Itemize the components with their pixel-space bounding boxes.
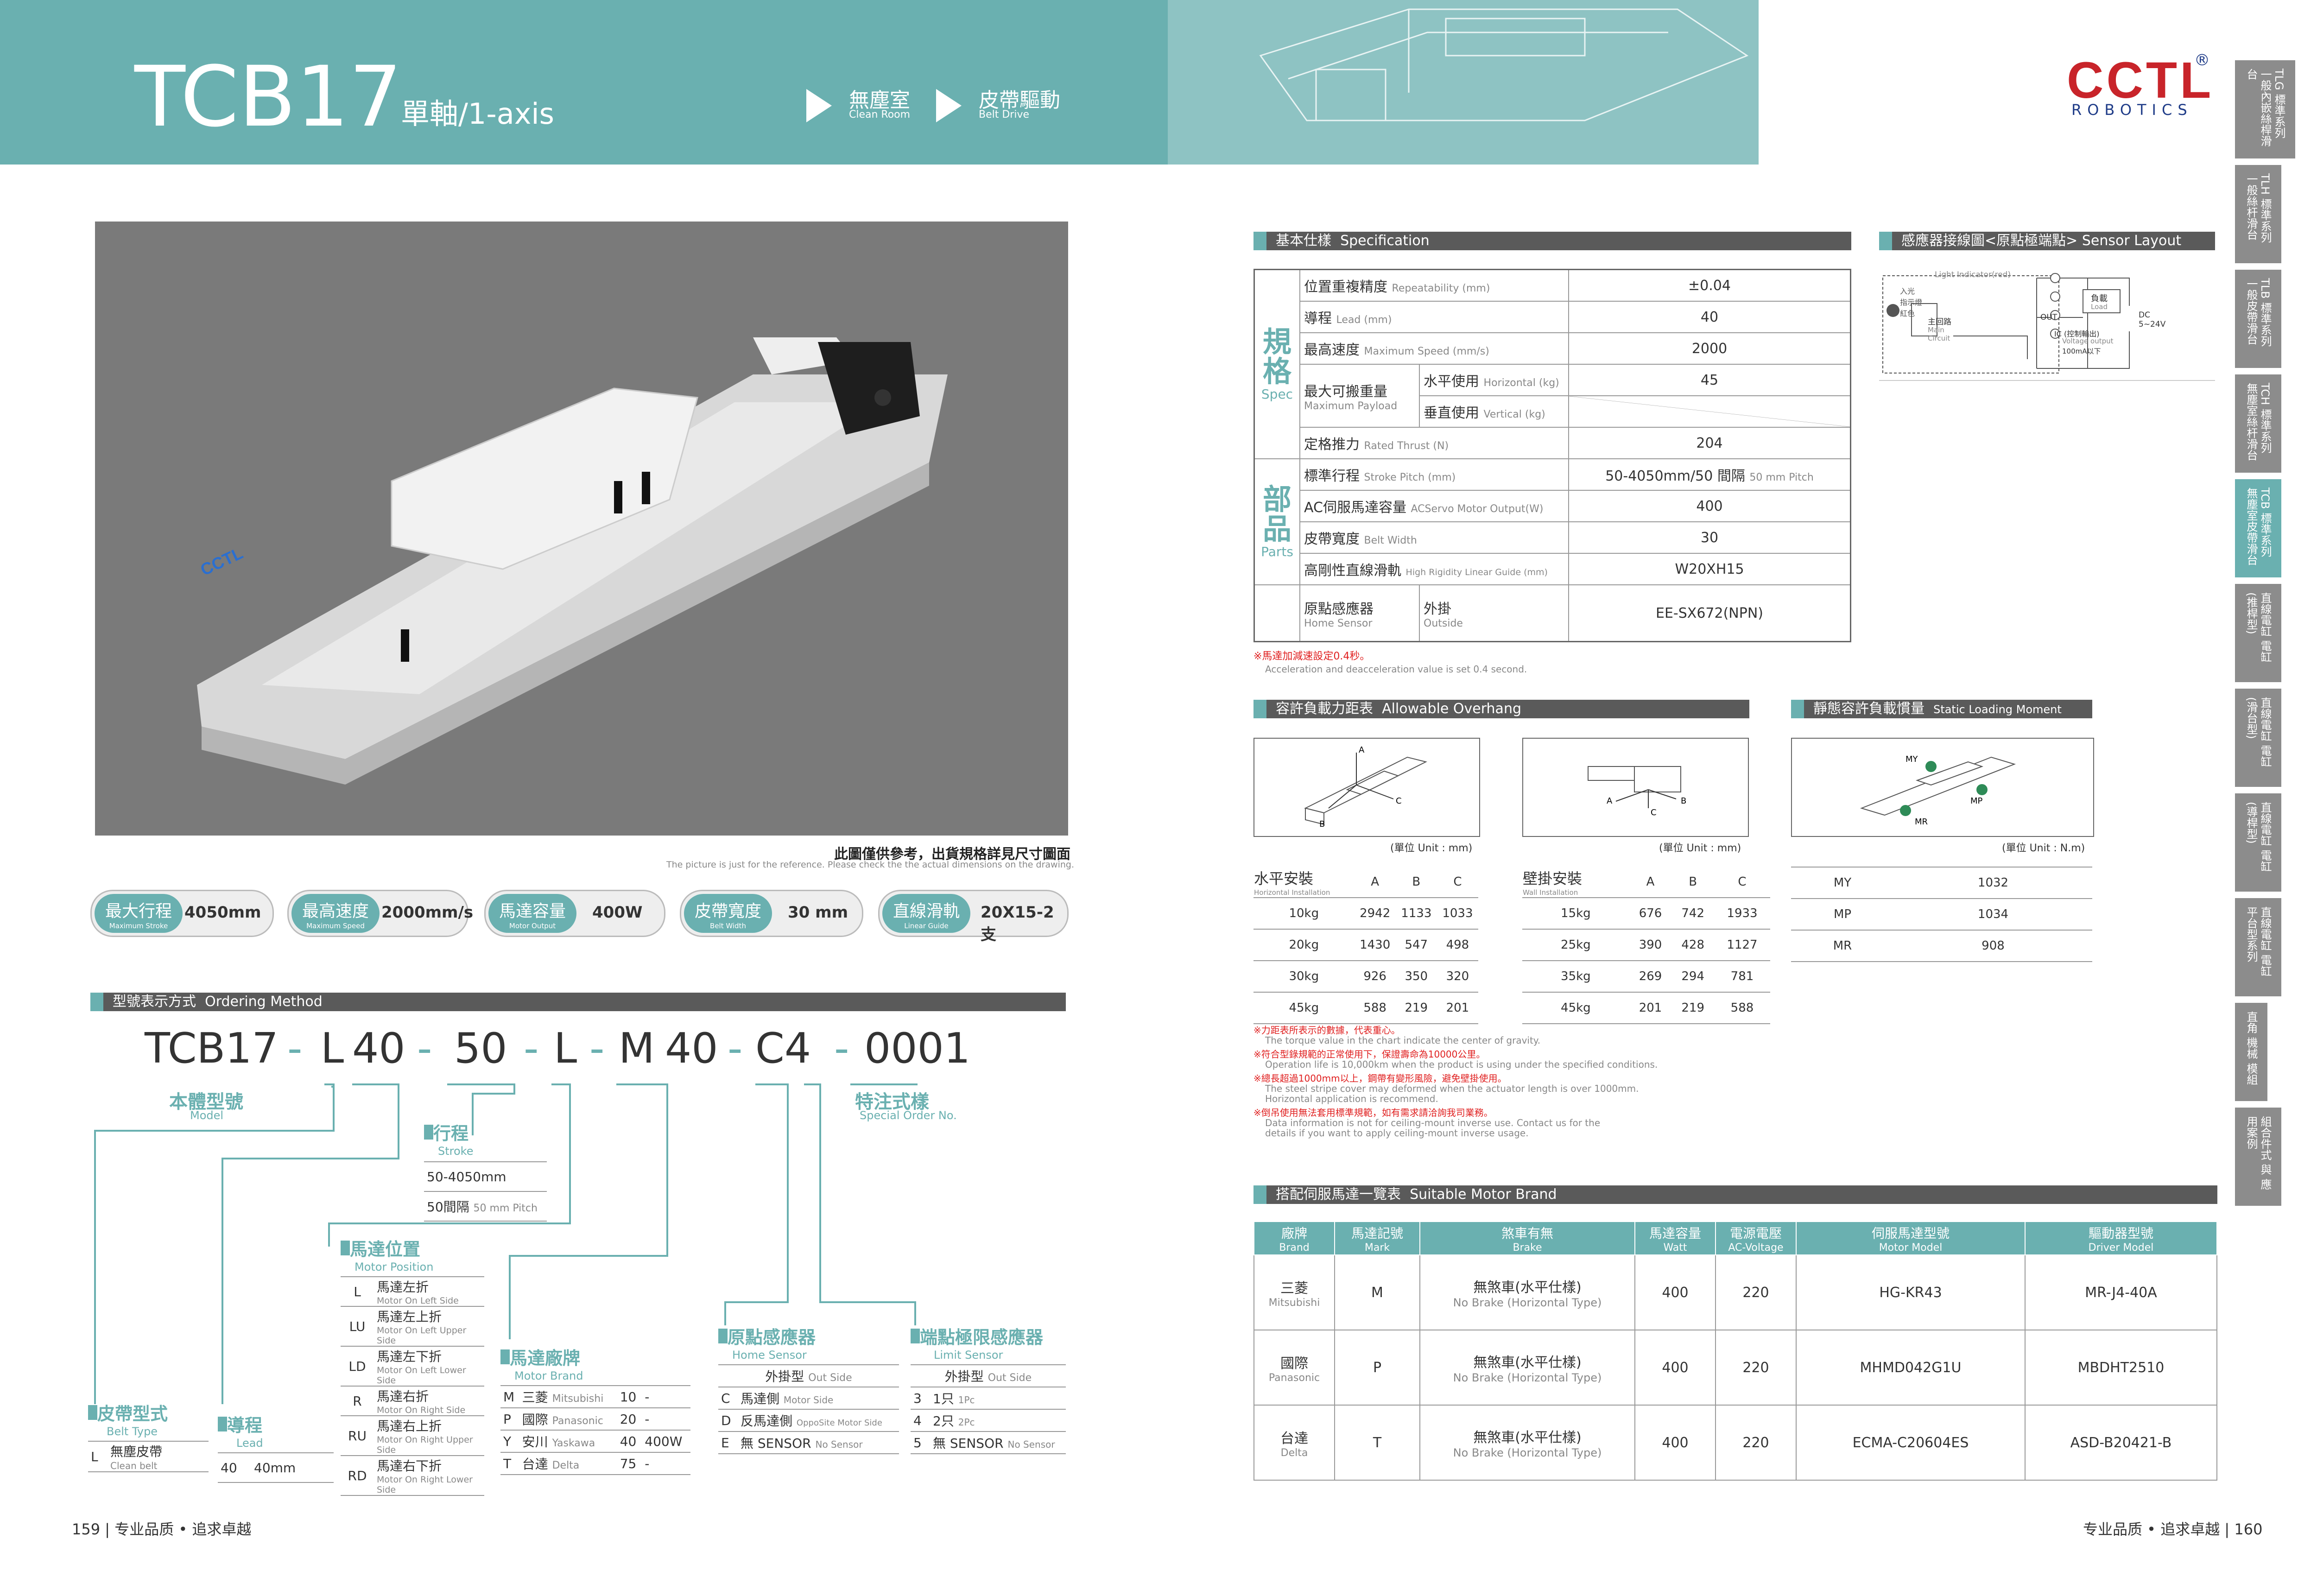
motor-brand-table: 廠牌 Brand 馬達記號 Mark 煞車有無 Brake 馬達容量 Watt 電源電壓… — [1253, 1221, 2217, 1481]
pill-max-speed: 最高速度 Maximum Speed 2000mm/s — [287, 890, 473, 937]
order-code-model: TCB17 — [145, 1024, 279, 1073]
order-code-belt: L — [321, 1024, 344, 1073]
motor-brand-header: 搭配伺服馬達一覽表 Suitable Motor Brand — [1253, 1185, 2217, 1204]
product-photo: CCTL — [95, 222, 1068, 836]
overhang-diagram-horizontal: A C B — [1253, 738, 1480, 837]
overhang-notes: ※力距表所表示的數據，代表重心。 The torque value in the… — [1253, 1025, 1658, 1139]
side-tabs: TLG 標準系列 一般內嵌絲桿滑台 TLH 標準系列 一般絲杆滑台 TLB 標準… — [2235, 60, 2317, 1212]
pill-max-stroke: 最大行程 Maximum Stroke 4050mm — [90, 890, 274, 937]
tab-tch[interactable]: TCH 標準系列 無塵室絲杆滑台 — [2235, 374, 2281, 473]
tab-cyl-guide[interactable]: 直線電缸 電缸 (導桿型) — [2235, 793, 2281, 892]
tab-tcb[interactable]: TCB 標準系列 無塵室皮帶滑台 — [2235, 479, 2281, 577]
limit-sensor-box: 端點極限感應器 Limit Sensor 外掛型 Out Side 3 1只 1P… — [911, 1323, 1066, 1454]
overhang-diagram-wall: B A C — [1522, 738, 1749, 837]
moment-unit: (單位 Unit : N.m) — [2002, 842, 2085, 854]
sensor-header: 感應器接線圖<原點極端點> Sensor Layout — [1879, 232, 2215, 250]
overhang-unit-w: (單位 Unit : mm) — [1659, 842, 1741, 854]
photo-note-en: The picture is just for the reference. P… — [666, 860, 1075, 870]
header-image-area — [1168, 0, 1759, 165]
order-code-sensor: C4 — [755, 1024, 811, 1073]
spec-note-zh: ※馬達加減速設定0.4秒。 — [1253, 651, 1370, 662]
spec-table: 規格 Spec 位置重複精度 Repeatability (mm) ±0.04 導… — [1253, 269, 1851, 642]
svg-text:A: A — [1359, 745, 1365, 755]
svg-text:B: B — [1319, 819, 1325, 829]
tab-cartesian[interactable]: 直角 機械 模組 — [2235, 1003, 2267, 1101]
motor-brand-box: 馬達廠牌 Motor Brand M 三菱 Mitsubishi 10- P 國際 P… — [500, 1344, 690, 1475]
svg-text:B: B — [1681, 796, 1686, 806]
order-code-dash: - — [417, 1024, 432, 1073]
svg-text:MY: MY — [1906, 754, 1918, 764]
order-code-dash: - — [834, 1024, 849, 1073]
spec-header: 基本仕樣 Specification — [1253, 232, 1851, 250]
ordering-header: 型號表示方式 Ordering Method — [90, 993, 1066, 1011]
model-label-en: Model — [190, 1109, 224, 1122]
order-code-lead: 40 — [352, 1024, 405, 1073]
tab-tlb[interactable]: TLB 標準系列 一般皮帶滑台 — [2235, 270, 2281, 368]
svg-text:MP: MP — [1970, 796, 1983, 806]
footer-left-page: 159 | 专业品质 • 追求卓越 — [72, 1520, 252, 1538]
home-sensor-box: 原點感應器 Home Sensor 外掛型 Out Side C 馬達側 Moto… — [718, 1323, 899, 1454]
svg-text:CCTL: CCTL — [197, 544, 246, 580]
order-code-stroke: 50 — [454, 1024, 507, 1073]
pill-linear-guide: 直線滑軌 Linear Guide 20X15-2支 — [878, 890, 1069, 944]
tab-cyl-slide[interactable]: 直線電缸 電缸 (滑台型) — [2235, 689, 2281, 787]
header-white-right — [1759, 0, 2317, 165]
pill-motor-output: 馬達容量 Motor Output 400W — [484, 890, 665, 937]
overhang-table-horizontal: 水平安裝 Horizontal Installation A B C 10kg 2942 1… — [1253, 867, 1478, 1024]
rail-line-drawing — [1259, 8, 1749, 121]
axis-title: 單軸/1-axis — [401, 97, 554, 131]
motor-position-box: 馬達位置 Motor Position L 馬達左折 Motor On Left S… — [341, 1235, 484, 1496]
tab-cyl-push[interactable]: 直線電缸 電缸 (推桿型) — [2235, 584, 2281, 682]
order-code-dash: - — [287, 1024, 303, 1073]
svg-text:C: C — [1396, 796, 1402, 806]
tab-combo[interactable]: 組合件式 與 應用案例 — [2235, 1108, 2281, 1206]
svg-text:A: A — [1607, 796, 1613, 806]
overhang-header: 容許負載力距表 Allowable Overhang — [1253, 700, 1749, 718]
moment-header: 靜態容許負載慣量 Static Loading Moment — [1791, 700, 2092, 718]
tab-cyl-platform[interactable]: 直線電缸 電缸 平台型系列 — [2235, 898, 2281, 996]
moment-table: MY 1032 MP 1034 MR 908 — [1791, 867, 2092, 962]
pill-belt-width: 皮帶寬度 Belt Width 30 mm — [680, 890, 863, 937]
tab-tlh[interactable]: TLH 標準系列 一般絲杆滑台 — [2235, 165, 2281, 263]
actuator-illustration: CCTL — [197, 337, 948, 785]
belt-type-box: 皮帶型式 Belt Type L 無塵皮帶 Clean belt — [88, 1400, 209, 1472]
model-title: TCB17 — [134, 49, 402, 146]
overhang-table-wall: 壁掛安裝 Wall Installation A B C 15kg 676 742 1933 … — [1522, 867, 1770, 1024]
tab-tlg[interactable]: TLG 標準系列 一般內嵌絲桿滑台 — [2235, 60, 2295, 158]
order-code-dash: - — [524, 1024, 539, 1073]
order-code-dash: - — [728, 1024, 743, 1073]
spec-note-en: Acceleration and deacceleration value is… — [1265, 664, 1527, 675]
overhang-unit-h: (單位 Unit : mm) — [1390, 842, 1473, 854]
svg-text:C: C — [1651, 808, 1657, 817]
footer-right-page: 专业品质 • 追求卓越 | 160 — [2083, 1520, 2263, 1538]
svg-text:MR: MR — [1915, 817, 1928, 827]
lead-box: 導程 Lead 40 40mm — [218, 1411, 334, 1483]
stroke-box: 行程 Stroke 50-4050mm 50間隔 50 mm Pitch — [424, 1119, 547, 1222]
order-code-special: 0001 — [864, 1024, 971, 1073]
triangle-icon — [806, 89, 832, 122]
moment-diagram: MY MR MP — [1791, 738, 2094, 837]
sensor-diagram: Light Indicator(red) 入光 指示燈 紅色 主回路 Main … — [1879, 266, 2215, 381]
special-label-en: Special Order No. — [860, 1109, 957, 1122]
order-code-dash: - — [589, 1024, 605, 1073]
order-code-watt: 40 — [665, 1024, 718, 1073]
order-code-position: L — [554, 1024, 577, 1073]
order-code-brand: M — [619, 1024, 655, 1073]
triangle-icon — [936, 89, 962, 122]
page: TCB17 單軸/1-axis 無塵室 Clean Room 皮帶驅動 Belt… — [0, 0, 2317, 1596]
